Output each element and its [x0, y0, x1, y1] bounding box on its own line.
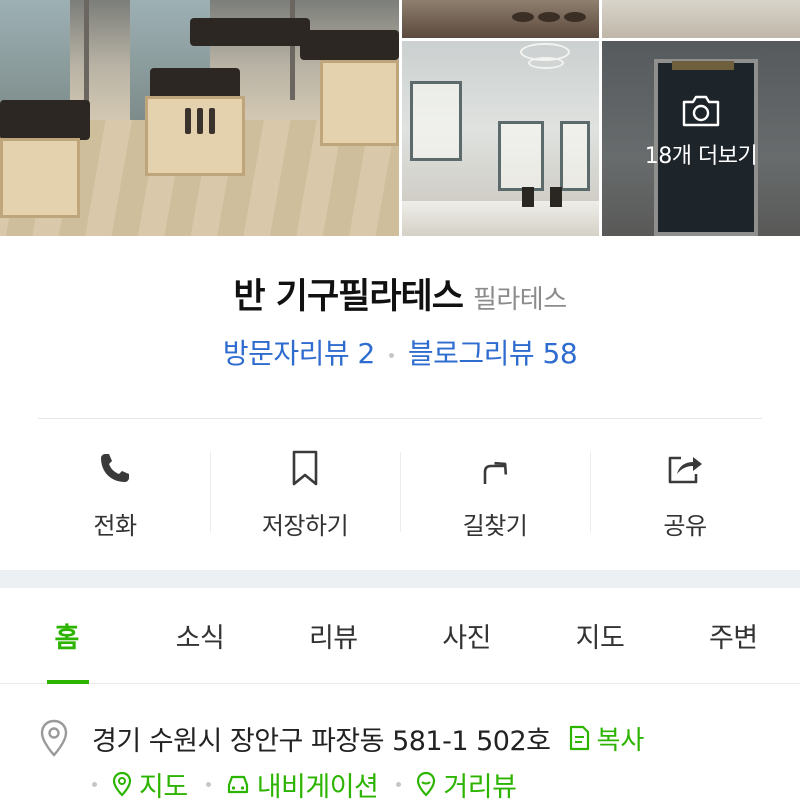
divider [38, 418, 762, 419]
tab-nearby[interactable]: 주변 [667, 588, 800, 683]
photo-spring [185, 108, 191, 134]
place-name: 반 기구필라테스 [233, 277, 464, 317]
photo-lamp [528, 57, 564, 69]
visitor-reviews-link[interactable]: 방문자리뷰 2 [223, 337, 376, 370]
bookmark-icon [292, 450, 318, 486]
photo-machine [0, 100, 90, 140]
photo-frame [320, 60, 399, 146]
photo-window-pane [560, 121, 590, 191]
photo-gallery: 18개 더보기 [0, 0, 800, 236]
photo-pole [290, 0, 295, 100]
location-pin-icon [40, 719, 68, 757]
tab-map[interactable]: 지도 [533, 588, 666, 683]
tab-bar: 홈 소식 리뷰 사진 지도 주변 [0, 588, 800, 684]
copy-icon [570, 725, 590, 751]
photo-window-pane [498, 121, 544, 191]
separator-dot [205, 781, 211, 787]
more-photos-button[interactable]: 18개 더보기 [602, 41, 800, 236]
place-category: 필라테스 [472, 285, 567, 315]
map-link-label: 지도 [139, 771, 188, 800]
directions-button[interactable]: 길찾기 [400, 440, 590, 550]
directions-label: 길찾기 [462, 512, 528, 540]
car-icon [227, 775, 248, 794]
photo-frame [0, 138, 80, 218]
share-label: 공유 [663, 512, 707, 540]
address-text: 경기 수원시 장안구 파장동 581-1 502호 [92, 725, 551, 757]
photo-machine [300, 30, 399, 60]
photo-machine [190, 18, 310, 46]
blog-reviews-link[interactable]: 블로그리뷰 58 [408, 337, 578, 370]
save-button[interactable]: 저장하기 [210, 440, 400, 550]
photo-chair [550, 187, 562, 207]
copy-address-button[interactable]: 복사 [568, 720, 644, 757]
call-label: 전화 [93, 512, 137, 540]
place-title-row: 반 기구필라테스 필라테스 [0, 268, 800, 319]
phone-icon [101, 454, 129, 482]
separator-dot [92, 781, 97, 787]
navigation-link-label: 내비게이션 [256, 771, 379, 800]
navigation-link[interactable]: 내비게이션 [225, 765, 379, 800]
address-links: 지도 내비게이션 거리뷰 [88, 764, 788, 800]
photo-lobby-top[interactable] [602, 0, 800, 38]
photo-shoes-rack[interactable] [402, 0, 599, 38]
photo-window-pane [410, 81, 462, 161]
photo-studio-equipment[interactable] [0, 0, 399, 236]
map-pin-icon [112, 771, 132, 797]
camera-icon [682, 95, 720, 126]
map-link[interactable]: 지도 [111, 765, 188, 800]
photo-stone [512, 12, 534, 22]
photo-floor [402, 201, 599, 236]
tab-home[interactable]: 홈 [0, 588, 133, 684]
photo-spring [209, 108, 215, 134]
street-view-icon [417, 771, 436, 797]
save-label: 저장하기 [261, 512, 349, 540]
tab-reviews[interactable]: 리뷰 [267, 588, 400, 683]
review-summary: 방문자리뷰 2 블로그리뷰 58 [0, 332, 800, 372]
separator-dot [396, 781, 402, 787]
separator-dot [388, 352, 394, 358]
photo-spring [197, 108, 203, 134]
photo-chair [522, 187, 534, 207]
address-row: 경기 수원시 장안구 파장동 581-1 502호 복사 [38, 716, 778, 760]
more-photos-label: 18개 더보기 [644, 143, 758, 169]
tab-news[interactable]: 소식 [133, 588, 266, 683]
photo-pole [84, 0, 89, 110]
copy-label: 복사 [596, 725, 645, 756]
section-gap [0, 570, 800, 588]
directions-icon [483, 461, 508, 484]
photo-lounge[interactable] [402, 41, 599, 236]
photo-stone [538, 12, 560, 22]
action-bar: 전화 저장하기 길찾기 공유 [20, 440, 780, 550]
photo-frame [145, 96, 245, 176]
tab-photos[interactable]: 사진 [400, 588, 533, 683]
call-button[interactable]: 전화 [20, 440, 210, 550]
photo-stone [564, 12, 586, 22]
share-button[interactable]: 공유 [590, 440, 780, 550]
street-view-link[interactable]: 거리뷰 [415, 765, 517, 800]
share-icon [668, 456, 702, 484]
street-view-link-label: 거리뷰 [443, 771, 517, 800]
